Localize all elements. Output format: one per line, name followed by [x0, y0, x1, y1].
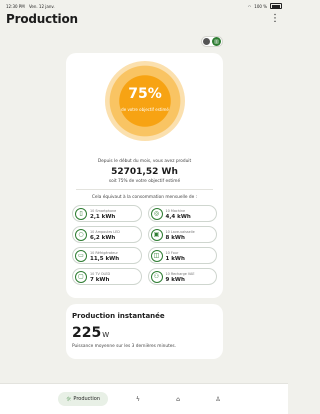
equivalent-item: ▭ 10 Réfrigérateur 11,5 kWh — [72, 247, 142, 264]
equivalents-grid: ▯ 10 Smartphone 2,1 kWh ◎ 10 Machine 4,4 kWh… — [72, 205, 217, 285]
status-right: ◠ 100 % — [248, 3, 282, 9]
instant-value-row: 225W — [72, 325, 109, 341]
summary-percent-line: soit 75% de votre objectif estimé — [108, 179, 181, 184]
instant-value: 225 — [72, 325, 102, 341]
equivalent-value: 11,5 kWh — [90, 255, 120, 262]
lightning-icon: ϟ — [136, 395, 140, 403]
equivalent-item: ▣ 10 Lave-vaisselle 8 kWh — [147, 226, 217, 243]
fridge-icon: ▭ — [75, 249, 87, 262]
status-bar: 12:30 PM Ven. 12 janv. ◠ 100 % — [6, 2, 282, 10]
equivalent-item: ◎ 10 Machine 4,4 kWh — [147, 205, 217, 222]
equivalents-title: Cela équivaut à la consommation mensuell… — [91, 195, 198, 200]
tv-icon: ▢ — [75, 270, 87, 283]
tab-production-label: Production — [73, 396, 100, 402]
phone-icon: ▯ — [75, 207, 87, 220]
equivalent-value: 4,4 kWh — [165, 213, 191, 220]
more-menu-icon[interactable]: ⋮ — [268, 14, 282, 24]
equivalent-value: 7 kWh — [90, 276, 110, 283]
battery-label: 100 % — [254, 3, 267, 9]
instant-production-card: Production instantanée 225W Puissance mo… — [66, 304, 223, 359]
equivalent-item: ◫ 10 Four 1 kWh — [147, 247, 217, 264]
status-left: 12:30 PM Ven. 12 janv. — [6, 4, 58, 9]
header: Production ⋮ — [6, 10, 282, 28]
page-title: Production — [6, 12, 78, 26]
bulb-icon: ○ — [75, 228, 87, 241]
summary-total: 52701,52 Wh — [111, 167, 178, 177]
battery-icon — [270, 3, 282, 9]
user-icon: ♙ — [215, 395, 221, 403]
ev-charger-icon: ⚇ — [150, 270, 163, 283]
tab-bar: ☼ Production ϟ ⌂ ♙ — [0, 383, 288, 414]
status-time: 12:30 PM — [6, 3, 25, 9]
gauge-percent: 75% — [128, 86, 162, 102]
sun-icon: ☼ — [66, 395, 72, 403]
washer-icon: ◎ — [150, 207, 163, 220]
dishwasher-icon: ▣ — [150, 228, 163, 241]
view-toggle[interactable]: ▥ — [201, 36, 223, 47]
equivalent-item: ▯ 10 Smartphone 2,1 kWh — [72, 205, 142, 222]
instant-title: Production instantanée — [72, 312, 165, 320]
summary-intro: Depuis le début du mois, vous avez produ… — [97, 159, 192, 164]
instant-subtitle: Puissance moyenne sur les 3 dernières mi… — [72, 344, 177, 349]
monthly-production-card: 75% de votre objectif estimé Depuis le d… — [66, 53, 223, 298]
tab-account[interactable]: ♙ — [211, 392, 225, 406]
equivalent-value: 6,2 kWh — [90, 234, 116, 241]
instant-unit: W — [102, 331, 110, 339]
tag-icon: ⌂ — [176, 395, 180, 403]
gauge-label: de votre objectif estimé — [121, 107, 169, 112]
equivalent-item: ○ 10 Ampoules LED 6,2 kWh — [72, 226, 142, 243]
equivalent-item: ▢ 10 TV OLED 7 kWh — [72, 268, 142, 285]
equivalent-value: 8 kWh — [165, 234, 185, 241]
equivalent-value: 1 kWh — [165, 255, 185, 262]
tab-energy[interactable]: ϟ — [131, 392, 145, 406]
toggle-knob-icon — [203, 38, 210, 45]
tab-production[interactable]: ☼ Production — [58, 392, 108, 406]
wifi-icon: ◠ — [247, 3, 252, 9]
tab-offers[interactable]: ⌂ — [171, 392, 185, 406]
equivalent-value: 9 kWh — [165, 276, 185, 283]
status-date: Ven. 12 janv. — [28, 3, 55, 9]
oven-icon: ◫ — [150, 249, 163, 262]
equivalent-item: ⚇ 10 Recharge VAE 9 kWh — [147, 268, 217, 285]
divider — [76, 189, 213, 190]
equivalent-value: 2,1 kWh — [90, 213, 116, 220]
chart-toggle-icon[interactable]: ▥ — [212, 37, 221, 46]
objective-gauge: 75% de votre objectif estimé — [105, 61, 185, 141]
